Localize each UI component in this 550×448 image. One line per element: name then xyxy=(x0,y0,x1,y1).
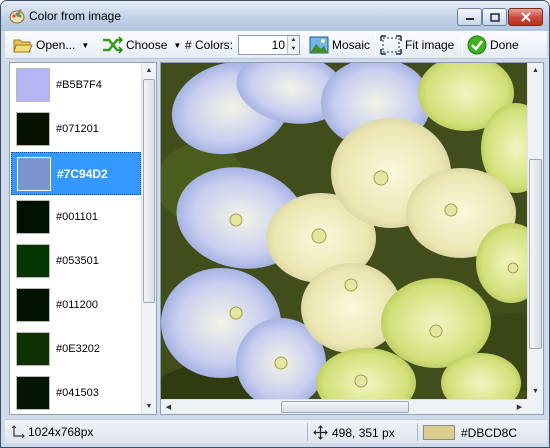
minimize-icon xyxy=(465,18,474,20)
status-separator xyxy=(307,423,308,441)
mosaic-button[interactable]: Mosaic xyxy=(309,34,370,56)
image-horizontal-scrollbar[interactable]: ◀ ▶ xyxy=(161,399,527,414)
swatch-hex: #7C94D2 xyxy=(57,167,108,181)
open-button-label: Open... xyxy=(36,38,76,52)
scroll-left-icon[interactable]: ◀ xyxy=(161,400,176,414)
swatch-item[interactable]: #053501 xyxy=(11,240,141,283)
toolbar-separator xyxy=(97,35,98,55)
close-button[interactable] xyxy=(508,8,543,26)
source-image[interactable] xyxy=(161,63,544,415)
status-bar: 1024x768px 498, 351 px #DBCD8C xyxy=(5,419,547,443)
minimize-button[interactable] xyxy=(457,8,482,26)
swatch-item[interactable]: #071201 xyxy=(11,108,141,151)
swatch-hex: #053501 xyxy=(56,255,99,267)
swatch-item[interactable]: #0E3202 xyxy=(11,328,141,371)
chevron-down-icon[interactable]: ▼ xyxy=(81,41,89,50)
spin-down-icon[interactable]: ▼ xyxy=(287,45,299,54)
cursor-position-text: 498, 351 px xyxy=(332,425,395,440)
swatch-color xyxy=(16,244,50,278)
image-size-text: 1024x768px xyxy=(28,425,94,439)
swatch-color xyxy=(16,376,50,410)
toolbar: Open... ▼ Choose ▼ # Colors: ▲ ▼ xyxy=(5,31,547,59)
scroll-thumb[interactable] xyxy=(529,159,542,349)
choose-button-label: Choose xyxy=(126,38,168,52)
status-separator xyxy=(417,423,418,441)
scroll-up-icon[interactable]: ▲ xyxy=(142,63,156,78)
swatch-item[interactable]: #041503 xyxy=(11,372,141,414)
picked-color-text: #DBCD8C xyxy=(461,425,518,440)
green-check-icon xyxy=(467,35,487,55)
image-viewer[interactable]: ▲ ▼ ◀ ▶ xyxy=(160,62,544,415)
swatch-hex: #011200 xyxy=(56,299,99,311)
maximize-icon xyxy=(489,12,500,22)
swatch-color xyxy=(16,112,50,146)
scroll-thumb[interactable] xyxy=(143,79,155,303)
scroll-right-icon[interactable]: ▶ xyxy=(512,400,527,414)
open-button[interactable]: Open... ▼ xyxy=(13,34,89,56)
swatch-color xyxy=(16,288,50,322)
toolbar-separator xyxy=(375,35,376,55)
picked-color-swatch xyxy=(423,425,455,440)
flower-petals xyxy=(161,63,543,414)
colors-count-label: # Colors: xyxy=(185,38,234,52)
folder-open-icon xyxy=(13,39,33,53)
scroll-down-icon[interactable]: ▼ xyxy=(142,399,156,414)
image-size-status: 1024x768px xyxy=(11,425,93,439)
swatch-hex: #0E3202 xyxy=(56,343,101,355)
done-button[interactable]: Done xyxy=(467,34,519,56)
swatch-item-selected[interactable]: #7C94D2 xyxy=(11,152,141,195)
scroll-up-icon[interactable]: ▲ xyxy=(528,63,543,78)
swatch-item[interactable]: #011200 xyxy=(11,284,141,327)
choose-button[interactable]: Choose ▼ xyxy=(101,34,181,56)
cursor-position-status: 498, 351 px xyxy=(313,425,395,440)
fit-image-button[interactable]: Fit image xyxy=(380,34,454,56)
scroll-down-icon[interactable]: ▼ xyxy=(528,384,543,399)
toolbar-separator xyxy=(462,35,463,55)
window-title: Color from image xyxy=(29,9,122,23)
swatch-item[interactable]: #001101 xyxy=(11,196,141,239)
resize-corner-icon xyxy=(11,425,25,439)
scroll-thumb[interactable] xyxy=(281,401,409,413)
maximize-button[interactable] xyxy=(482,8,507,26)
done-button-label: Done xyxy=(490,38,519,52)
swatch-color xyxy=(16,68,50,102)
scroll-corner xyxy=(527,399,543,414)
image-vertical-scrollbar[interactable]: ▲ ▼ xyxy=(527,63,543,399)
crossed-arrows-icon xyxy=(103,36,123,54)
title-bar[interactable]: Color from image xyxy=(1,1,549,31)
toolbar-separator xyxy=(305,35,306,55)
colors-count-stepper[interactable]: ▲ ▼ xyxy=(238,35,300,55)
swatch-hex: #041503 xyxy=(56,387,99,399)
move-cross-icon xyxy=(313,425,328,440)
mosaic-button-label: Mosaic xyxy=(332,38,371,52)
app-window: Color from image Open... ▼ Choose ▼ # Co… xyxy=(0,0,550,448)
fit-frame-icon xyxy=(380,35,402,55)
fit-image-button-label: Fit image xyxy=(405,38,455,52)
swatch-hex: #001101 xyxy=(56,211,99,223)
landscape-picture-icon xyxy=(309,36,329,54)
spin-up-icon[interactable]: ▲ xyxy=(287,36,299,45)
swatch-color xyxy=(17,157,51,191)
picked-color-status: #DBCD8C xyxy=(423,425,517,440)
colors-count-input[interactable] xyxy=(241,37,285,53)
swatch-list[interactable]: #B5B7F4 #071201 #7C94D2 #001101 #053501 … xyxy=(9,62,157,415)
close-icon xyxy=(520,12,531,22)
swatch-color xyxy=(16,200,50,234)
swatch-hex: #071201 xyxy=(56,123,99,135)
swatch-list-scrollbar[interactable]: ▲ ▼ xyxy=(141,63,156,414)
swatch-item[interactable]: #B5B7F4 xyxy=(11,64,141,107)
paint-palette-icon xyxy=(9,8,25,24)
swatch-color xyxy=(16,332,50,366)
chevron-down-icon[interactable]: ▼ xyxy=(173,41,181,50)
swatch-hex: #B5B7F4 xyxy=(56,79,102,91)
